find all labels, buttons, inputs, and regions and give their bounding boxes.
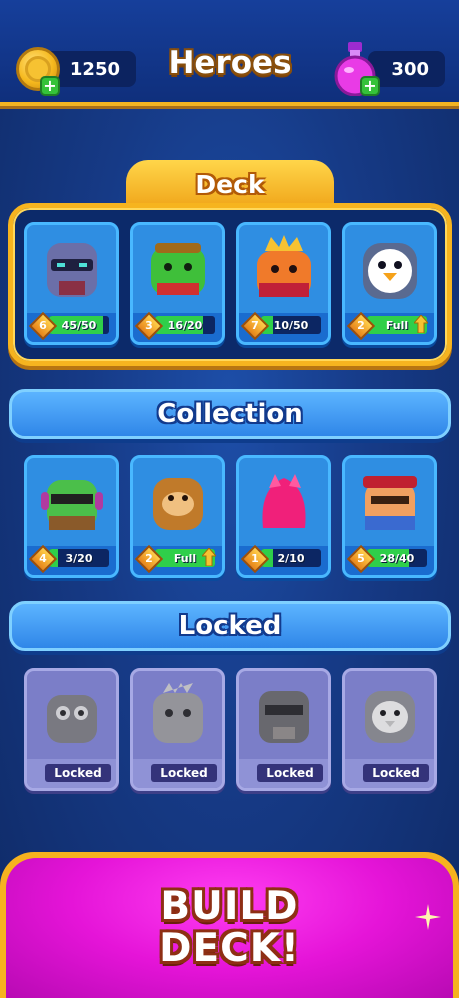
level-number: 7 xyxy=(251,319,259,332)
level-number: 3 xyxy=(145,319,153,332)
zombie-headphones-hero-icon xyxy=(41,480,103,530)
card-footer: Full 2 xyxy=(345,311,434,342)
knight-hero-icon xyxy=(47,243,97,297)
level-number: 6 xyxy=(39,319,47,332)
sparkle-icon xyxy=(415,904,441,930)
level-number: 5 xyxy=(357,552,365,565)
deck-title: Deck xyxy=(195,169,265,199)
card-footer: Locked xyxy=(133,759,222,788)
card-footer: 16/20 3 xyxy=(133,311,222,342)
locked-label: Locked xyxy=(45,764,111,782)
level-number: 1 xyxy=(251,552,259,565)
coin-count: 1250 xyxy=(69,58,120,80)
collection-title: Collection xyxy=(157,399,303,429)
level-number: 4 xyxy=(39,552,47,565)
progress-text: 10/50 xyxy=(273,318,309,332)
card-progress-bar: 45/50 xyxy=(49,316,109,334)
progress-text: 28/40 xyxy=(379,551,415,565)
locked-title: Locked xyxy=(178,611,282,641)
card-progress-bar: 10/50 xyxy=(261,316,321,334)
monkey-hero-icon xyxy=(153,478,203,530)
progress-text: 45/50 xyxy=(61,318,97,332)
card-footer: 2/10 1 xyxy=(239,544,328,575)
card-footer: 10/50 7 xyxy=(239,311,328,342)
progress-text: 16/20 xyxy=(167,318,203,332)
card-progress-bar: 28/40 xyxy=(367,549,427,567)
locked-card-robot-knight[interactable]: Locked xyxy=(236,668,331,791)
locked-label: Locked xyxy=(363,764,429,782)
top-bar: 1250 + Heroes 300 + xyxy=(0,0,459,106)
card-footer: 45/50 6 xyxy=(27,311,116,342)
collection-card-pink-blob[interactable]: 2/10 1 xyxy=(236,455,331,578)
pink-blob-hero-icon xyxy=(262,474,306,528)
collection-banner: Collection xyxy=(9,389,451,439)
upgrade-arrow-icon[interactable] xyxy=(202,548,216,566)
add-gems-button[interactable]: + xyxy=(360,76,380,96)
level-number: 2 xyxy=(357,319,365,332)
card-footer: 3/20 4 xyxy=(27,544,116,575)
locked-label: Locked xyxy=(151,764,217,782)
progress-text: 2/10 xyxy=(277,551,305,565)
build-deck-face[interactable]: BUILD DECK! xyxy=(6,858,453,998)
deck-card-penguin[interactable]: Full 2 xyxy=(342,222,437,345)
gem-count: 300 xyxy=(391,58,429,80)
deck-card-knight[interactable]: 45/50 6 xyxy=(24,222,119,345)
card-progress-bar: 2/10 xyxy=(261,549,321,567)
page-title: Heroes xyxy=(168,45,292,81)
locked-card-bird-knight[interactable]: Locked xyxy=(342,668,437,791)
add-coins-button[interactable]: + xyxy=(40,76,60,96)
bird-knight-hero-icon xyxy=(365,691,415,743)
locked-card-dino[interactable]: Locked xyxy=(130,668,225,791)
deck-tab: Deck xyxy=(126,160,334,208)
goblin-hero-icon xyxy=(151,243,205,295)
deck-card-king[interactable]: 10/50 7 xyxy=(236,222,331,345)
card-progress-bar: 3/20 xyxy=(49,549,109,567)
deck-card-goblin[interactable]: 16/20 3 xyxy=(130,222,225,345)
locked-banner: Locked xyxy=(9,601,451,651)
locked-card-owl[interactable]: Locked xyxy=(24,668,119,791)
samurai-hero-icon xyxy=(363,476,417,530)
collection-card-zombie-headphones[interactable]: 3/20 4 xyxy=(24,455,119,578)
build-deck-label-line1: BUILD xyxy=(160,884,299,929)
build-deck-label-line2: DECK! xyxy=(159,926,300,971)
penguin-hero-icon xyxy=(363,243,417,299)
card-footer: Locked xyxy=(27,759,116,788)
collection-card-samurai[interactable]: 28/40 5 xyxy=(342,455,437,578)
card-footer: Full 2 xyxy=(133,544,222,575)
upgrade-arrow-icon[interactable] xyxy=(414,315,428,333)
progress-text: 3/20 xyxy=(65,551,93,565)
dino-hero-icon xyxy=(153,683,203,743)
collection-card-monkey[interactable]: Full 2 xyxy=(130,455,225,578)
card-footer: Locked xyxy=(345,759,434,788)
card-progress-bar: 16/20 xyxy=(155,316,215,334)
card-footer: Locked xyxy=(239,759,328,788)
king-hero-icon xyxy=(257,235,311,297)
locked-label: Locked xyxy=(257,764,323,782)
level-number: 2 xyxy=(145,552,153,565)
owl-hero-icon xyxy=(47,695,97,743)
robot-knight-hero-icon xyxy=(259,691,309,743)
build-deck-button[interactable]: BUILD DECK! xyxy=(0,852,459,998)
card-footer: 28/40 5 xyxy=(345,544,434,575)
